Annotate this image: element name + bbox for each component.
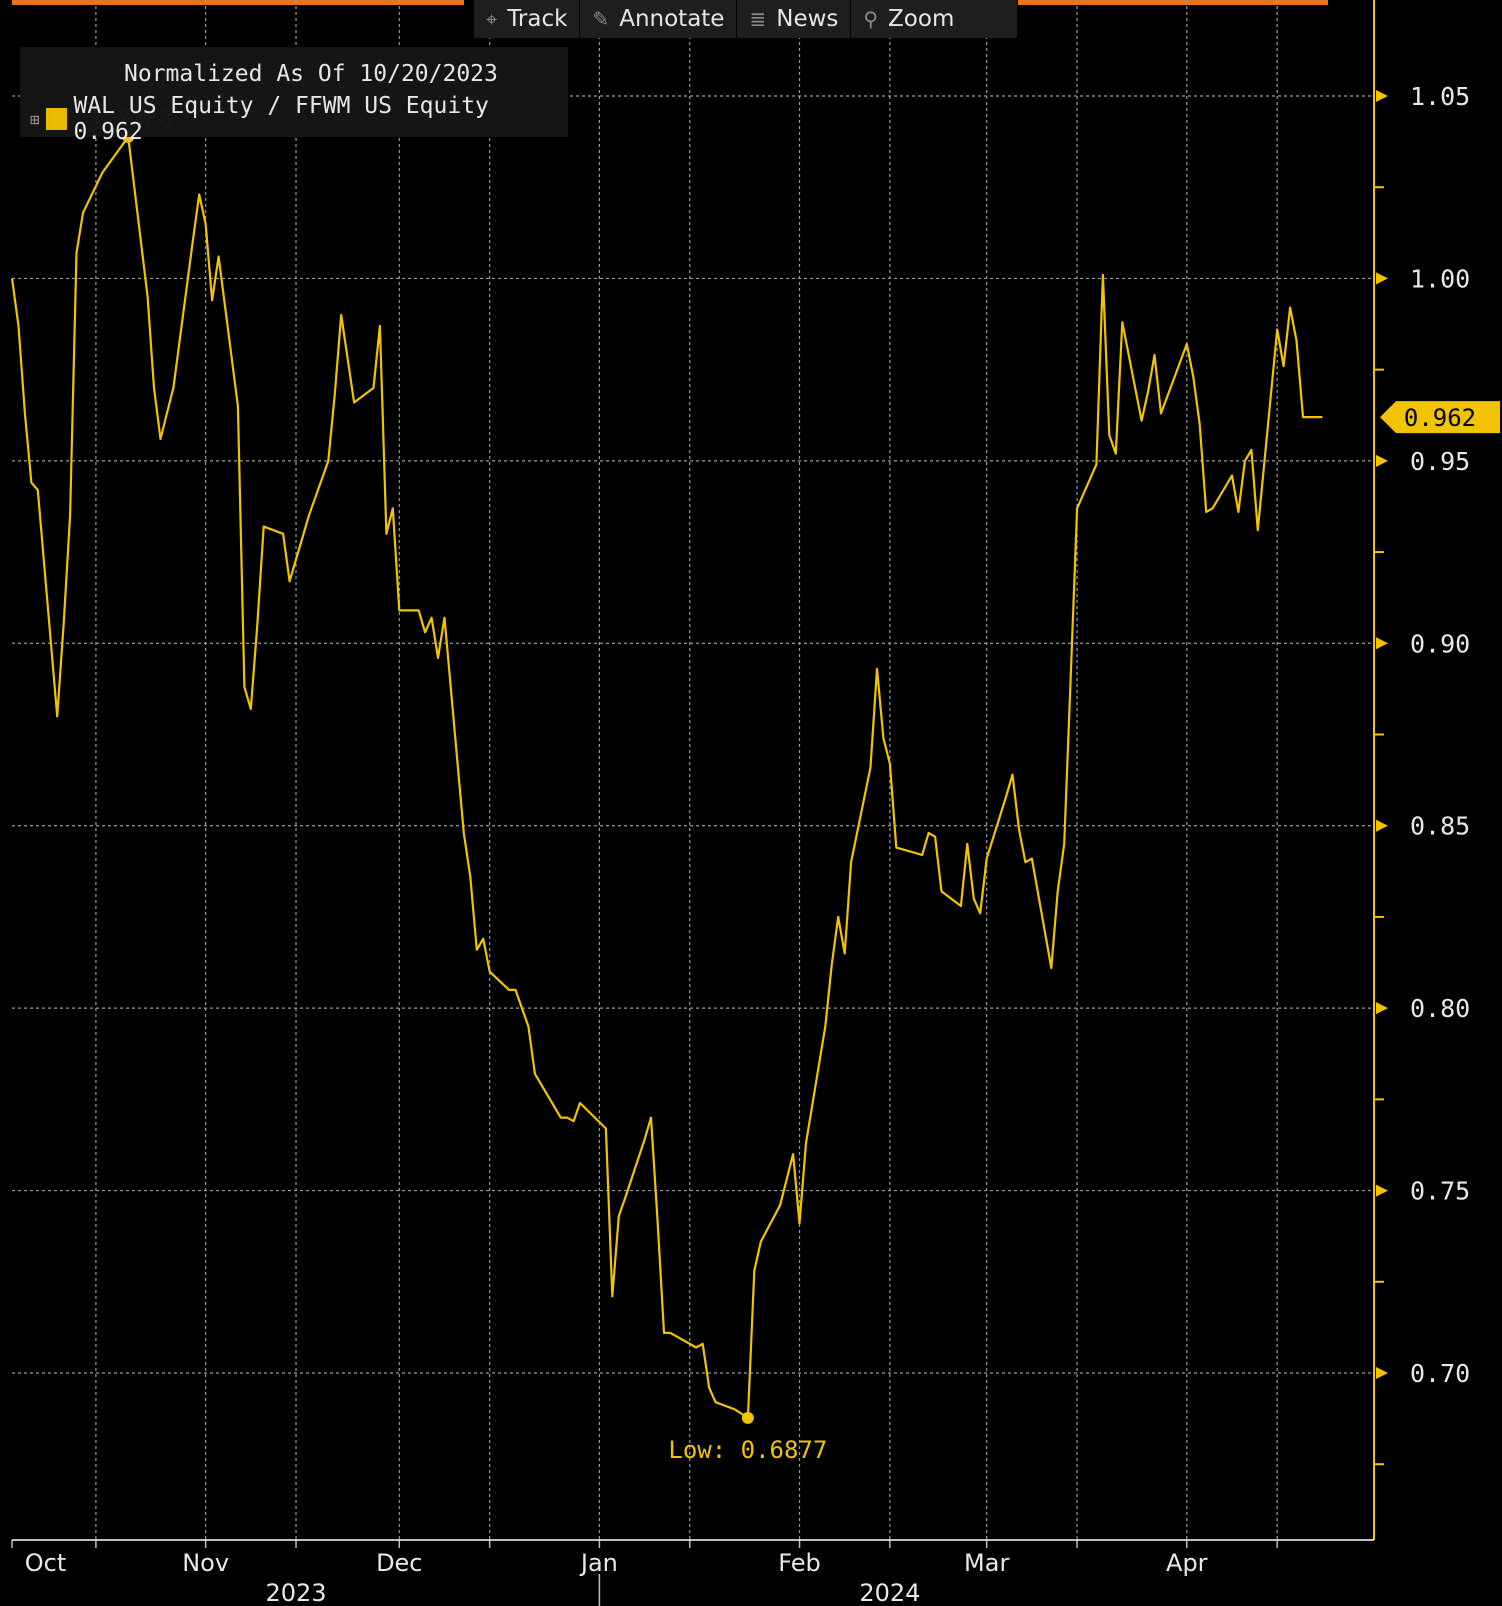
zoom-label: Zoom bbox=[888, 6, 955, 32]
year-label: 2024 bbox=[859, 1579, 920, 1606]
legend-series-row[interactable]: ⊞ WAL US Equity / FFWM US Equity 0.962 bbox=[30, 93, 568, 145]
y-tick-marker bbox=[1376, 1184, 1388, 1197]
zoom-button[interactable]: ⚲ Zoom bbox=[851, 0, 966, 38]
low-label: Low: 0.6877 bbox=[668, 1436, 827, 1464]
y-tick-marker bbox=[1376, 272, 1388, 285]
crosshair-icon: ⌖ bbox=[486, 7, 498, 31]
chart-toolbar: ⌖ Track ✎ Annotate ≣ News ⚲ Zoom bbox=[474, 0, 1017, 38]
magnifier-icon: ⚲ bbox=[863, 7, 879, 31]
x-tick-label: Mar bbox=[964, 1549, 1009, 1577]
news-button[interactable]: ≣ News bbox=[737, 0, 852, 38]
line-chart[interactable]: 0.70 0.75 0.80 0.85 0.90 0.95 1.00 1.05 Oct Nov De… bbox=[0, 0, 1502, 1606]
y-tick-marker bbox=[1376, 90, 1388, 102]
y-tick-label: 0.70 bbox=[1410, 1359, 1470, 1388]
year-label: 2023 bbox=[265, 1579, 326, 1606]
y-tick-label: 0.80 bbox=[1410, 994, 1470, 1023]
x-tick-label: Oct bbox=[25, 1549, 67, 1577]
low-marker bbox=[741, 1411, 754, 1424]
y-tick-label: 1.00 bbox=[1410, 264, 1470, 293]
y-tick-marker bbox=[1376, 454, 1388, 467]
track-button[interactable]: ⌖ Track bbox=[474, 0, 581, 38]
y-tick-label: 0.90 bbox=[1410, 629, 1470, 658]
x-tick-label: Dec bbox=[376, 1549, 422, 1577]
y-tick-label: 0.85 bbox=[1410, 812, 1470, 841]
pencil-icon: ✎ bbox=[592, 7, 610, 31]
y-tick-label: 0.75 bbox=[1410, 1177, 1470, 1206]
last-value-label: 0.962 bbox=[1404, 404, 1476, 432]
annotate-button[interactable]: ✎ Annotate bbox=[580, 0, 738, 38]
list-icon: ≣ bbox=[749, 7, 767, 31]
legend-swatch bbox=[45, 108, 68, 130]
y-tick-label: 1.05 bbox=[1410, 82, 1470, 111]
y-tick-marker bbox=[1376, 637, 1388, 650]
legend-title: Normalized As Of 10/20/2023 bbox=[124, 61, 498, 87]
y-tick-label: 0.95 bbox=[1410, 447, 1470, 476]
y-tick-marker bbox=[1376, 1002, 1388, 1015]
chart-legend: Normalized As Of 10/20/2023 ⊞ WAL US Equ… bbox=[20, 47, 568, 145]
series-line bbox=[10, 135, 1323, 1420]
legend-series-label: WAL US Equity / FFWM US Equity 0.962 bbox=[73, 93, 489, 145]
y-tick-marker bbox=[1376, 819, 1388, 832]
x-tick-label: Nov bbox=[182, 1549, 229, 1577]
y-tick-marker bbox=[1376, 1367, 1388, 1379]
expand-icon[interactable]: ⊞ bbox=[30, 110, 40, 129]
x-tick-label: Feb bbox=[778, 1549, 821, 1577]
annotate-label: Annotate bbox=[619, 6, 725, 32]
x-tick-label: Jan bbox=[579, 1549, 618, 1577]
news-label: News bbox=[776, 6, 839, 32]
track-label: Track bbox=[507, 6, 568, 32]
x-tick-label: Apr bbox=[1166, 1549, 1208, 1577]
